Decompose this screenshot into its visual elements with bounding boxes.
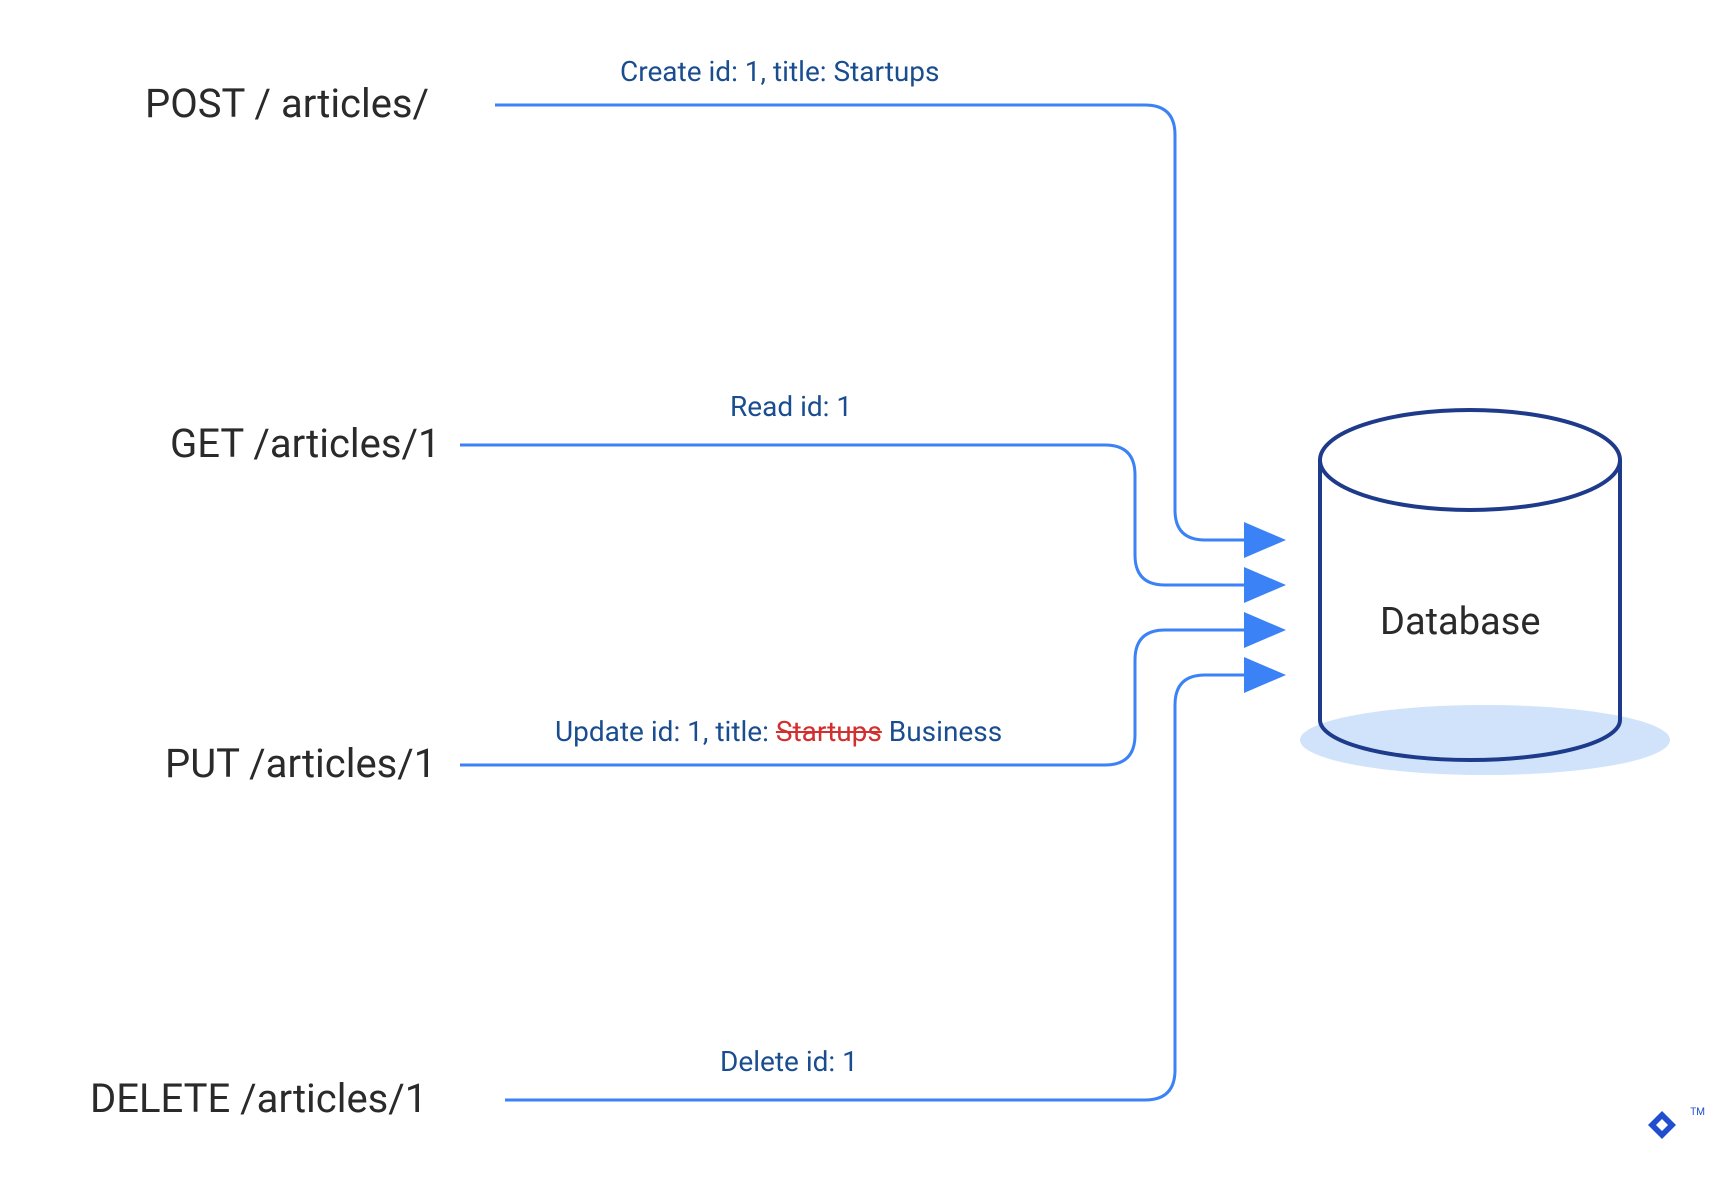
database-shadow xyxy=(1300,705,1670,775)
put-method-label: PUT /articles/1 xyxy=(165,740,436,787)
database-cylinder xyxy=(1320,410,1620,760)
delete-action-label: Delete id: 1 xyxy=(720,1045,858,1078)
put-action-prefix: Update id: 1, title: xyxy=(555,715,776,748)
put-action-suffix: Business xyxy=(882,715,1002,748)
crud-diagram: POST / articles/ GET /articles/1 PUT /ar… xyxy=(0,0,1720,1179)
post-arrow-line xyxy=(495,105,1280,540)
logo-icon: TM xyxy=(1638,1107,1705,1159)
delete-method-label: DELETE /articles/1 xyxy=(90,1075,427,1122)
put-action-label: Update id: 1, title: Startups Business xyxy=(555,715,1002,748)
put-action-strike: Startups xyxy=(776,715,882,748)
get-action-label: Read id: 1 xyxy=(730,390,852,423)
flow-lines-svg xyxy=(0,0,1720,1179)
get-method-label: GET /articles/1 xyxy=(170,420,441,467)
post-action-label: Create id: 1, title: Startups xyxy=(620,55,939,88)
database-label: Database xyxy=(1380,600,1540,644)
tm-text: TM xyxy=(1690,1107,1705,1118)
get-arrow-line xyxy=(460,445,1280,585)
post-method-label: POST / articles/ xyxy=(145,80,429,127)
